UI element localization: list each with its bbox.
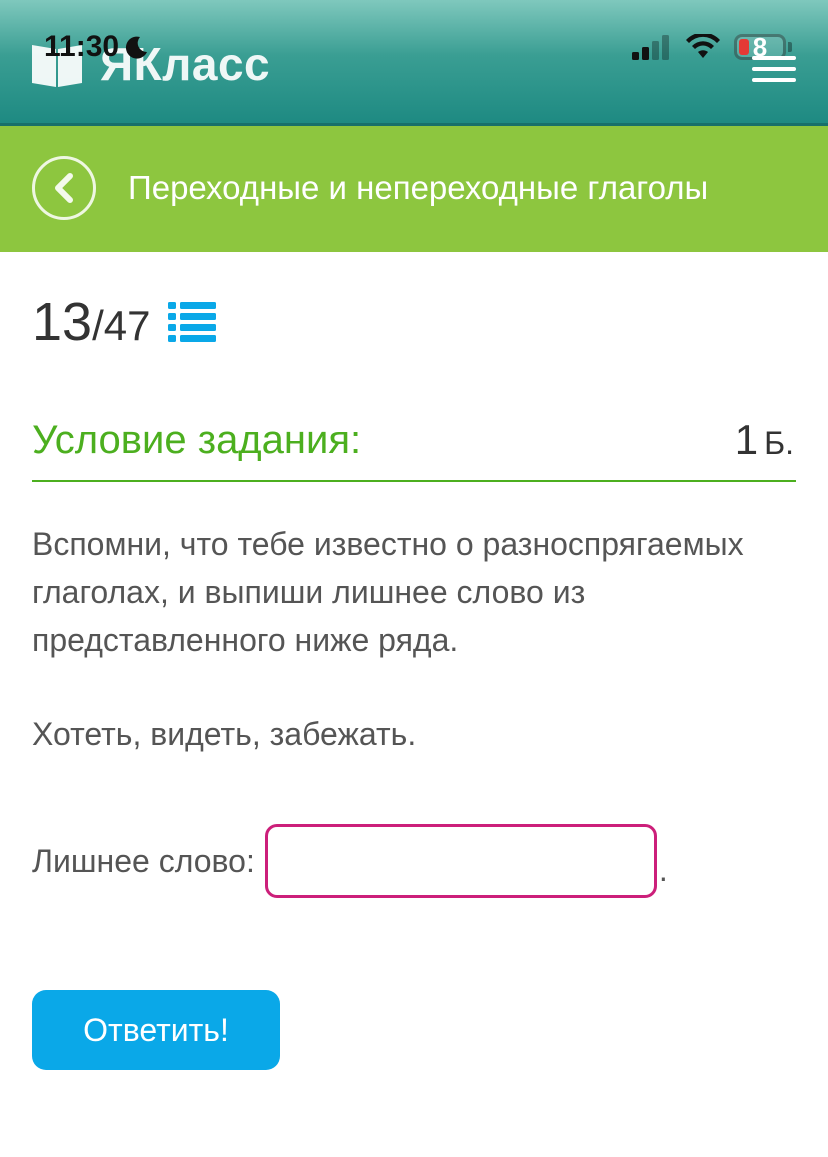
wifi-icon [686, 34, 720, 58]
answer-suffix: . [658, 851, 668, 888]
progress-separator: / [92, 302, 104, 349]
clock: 11:30 [44, 30, 120, 63]
moon-icon [126, 36, 148, 59]
topic-bar: Переходные и непереходные глаголы [0, 126, 828, 252]
points-value: 1 [734, 416, 759, 463]
task-instruction: Вспомни, что тебе известно о разноспряга… [32, 526, 744, 658]
chevron-left-icon [55, 173, 73, 203]
task-progress: 13 / 47 [32, 290, 217, 354]
answer-input[interactable] [264, 824, 657, 898]
section-title: Условие задания: [32, 418, 362, 462]
menu-icon[interactable] [752, 56, 796, 82]
back-button[interactable] [32, 156, 96, 220]
battery-cap [788, 42, 792, 52]
app-header: ЯКласс 11:30 8 [0, 0, 828, 126]
answer-row: Лишнее слово: . [32, 824, 668, 898]
status-time: 11:30 [44, 30, 149, 64]
progress-total: 47 [103, 302, 151, 349]
topic-title: Переходные и непереходные глаголы [128, 169, 709, 206]
submit-button[interactable]: Ответить! [32, 990, 280, 1070]
points-unit: Б. [764, 425, 794, 461]
section-divider [32, 480, 796, 482]
task-words: Хотеть, видеть, забежать. [32, 716, 417, 752]
task-points: 1 Б. [735, 414, 794, 469]
task-list-icon[interactable] [168, 300, 217, 344]
progress-current: 13 [32, 292, 93, 352]
answer-label: Лишнее слово: [32, 842, 255, 879]
signal-icon [632, 35, 669, 60]
